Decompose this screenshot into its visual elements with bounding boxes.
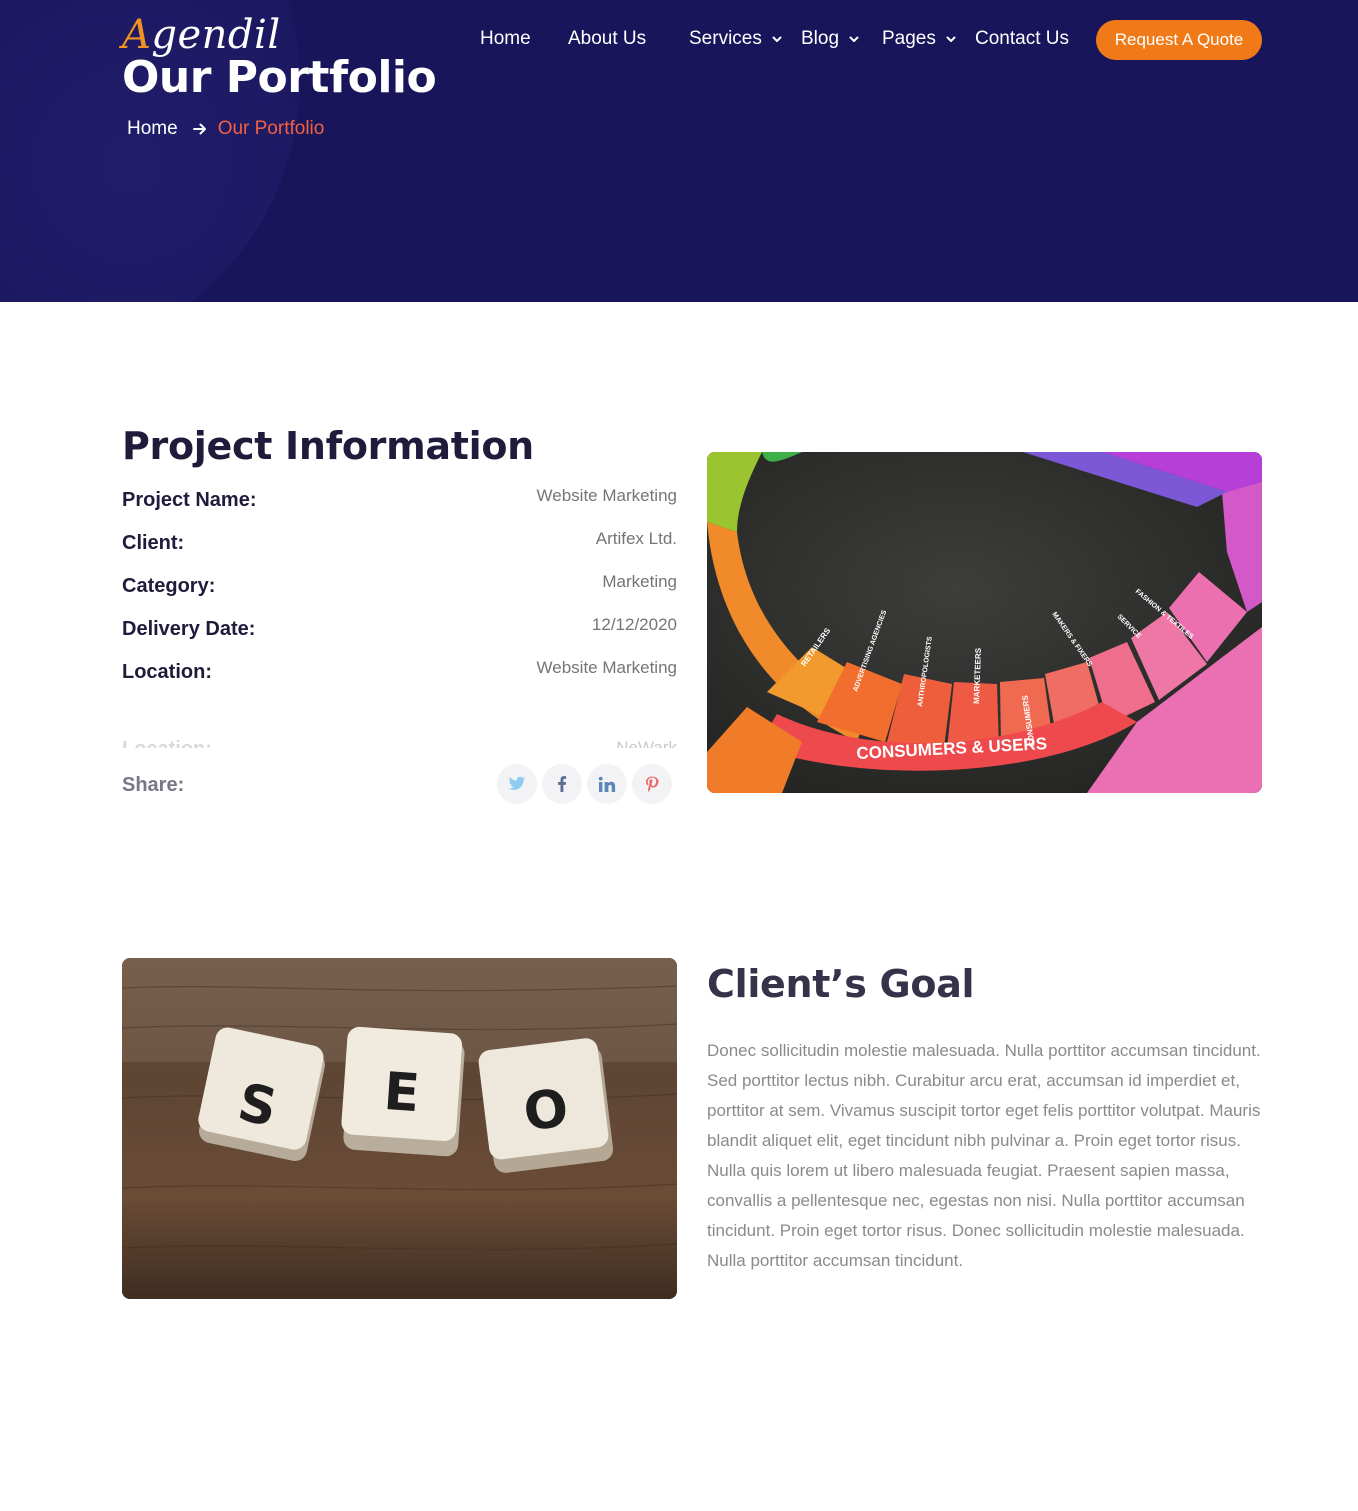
chevron-down-icon <box>771 33 783 45</box>
info-value: Artifex Ltd. <box>595 529 677 548</box>
arrow-right-icon <box>192 121 208 137</box>
seo-tile-letter: O <box>520 1078 571 1143</box>
info-label: Location: <box>122 661 212 683</box>
info-value: NeWark <box>616 738 677 748</box>
chevron-down-icon <box>848 33 860 45</box>
nav-item-services[interactable]: Services <box>689 28 783 50</box>
linkedin-icon[interactable] <box>587 764 627 804</box>
nav-label: Home <box>480 28 531 49</box>
nav-item-home[interactable]: Home <box>480 28 531 50</box>
nav-item-contact[interactable]: Contact Us <box>975 28 1069 50</box>
seo-tile-letter: E <box>382 1062 422 1124</box>
nav-item-blog[interactable]: Blog <box>801 28 860 50</box>
page-hero: Agendil Our Portfolio Home Our Portfolio… <box>0 0 1358 302</box>
info-label: Project Name: <box>122 489 257 511</box>
nav-label: Blog <box>801 28 840 49</box>
chevron-down-icon <box>945 33 957 45</box>
pinterest-icon[interactable] <box>632 764 672 804</box>
info-value: Marketing <box>602 572 677 591</box>
project-info-row: Location: Website Marketing <box>122 658 677 688</box>
twitter-icon[interactable] <box>497 764 537 804</box>
nav-item-about[interactable]: About Us <box>568 28 646 50</box>
portfolio-image-wheel: CONSUMERS & USERS RETAILERS ADVERTISING … <box>707 452 1262 793</box>
project-info-row: Project Name: Website Marketing <box>122 486 677 516</box>
facebook-icon[interactable] <box>542 764 582 804</box>
share-label: Share: <box>122 774 185 796</box>
info-label: Client: <box>122 532 185 554</box>
page-title: Our Portfolio <box>122 52 437 103</box>
project-info-row: Client: Artifex Ltd. <box>122 529 677 559</box>
portfolio-image-seo: S E O <box>122 958 677 1299</box>
info-label: Location: <box>122 738 212 748</box>
breadcrumb: Home Our Portfolio <box>127 118 324 140</box>
breadcrumb-home[interactable]: Home <box>127 118 178 140</box>
nav-label: About Us <box>568 28 647 49</box>
nav-label: Services <box>689 28 762 49</box>
info-label: Delivery Date: <box>122 618 256 640</box>
info-value: Website Marketing <box>536 486 677 505</box>
project-info-row: Category: Marketing <box>122 572 677 602</box>
client-goal-text: Donec sollicitudin molestie malesuada. N… <box>707 1041 1261 1270</box>
info-value: Website Marketing <box>536 658 677 677</box>
info-label: Category: <box>122 575 216 597</box>
nav-item-pages[interactable]: Pages <box>882 28 957 50</box>
nav-label: Pages <box>882 28 936 49</box>
info-value: 12/12/2020 <box>591 615 677 634</box>
project-info-row-faded: Location: NeWark <box>122 736 677 748</box>
request-quote-button[interactable]: Request A Quote <box>1096 20 1262 60</box>
project-info-title: Project Information <box>122 424 534 468</box>
project-info-row: Delivery Date: 12/12/2020 <box>122 615 677 645</box>
breadcrumb-current: Our Portfolio <box>217 118 325 139</box>
client-goal-title: Client’s Goal <box>707 962 975 1006</box>
nav-label: Contact Us <box>975 28 1069 49</box>
